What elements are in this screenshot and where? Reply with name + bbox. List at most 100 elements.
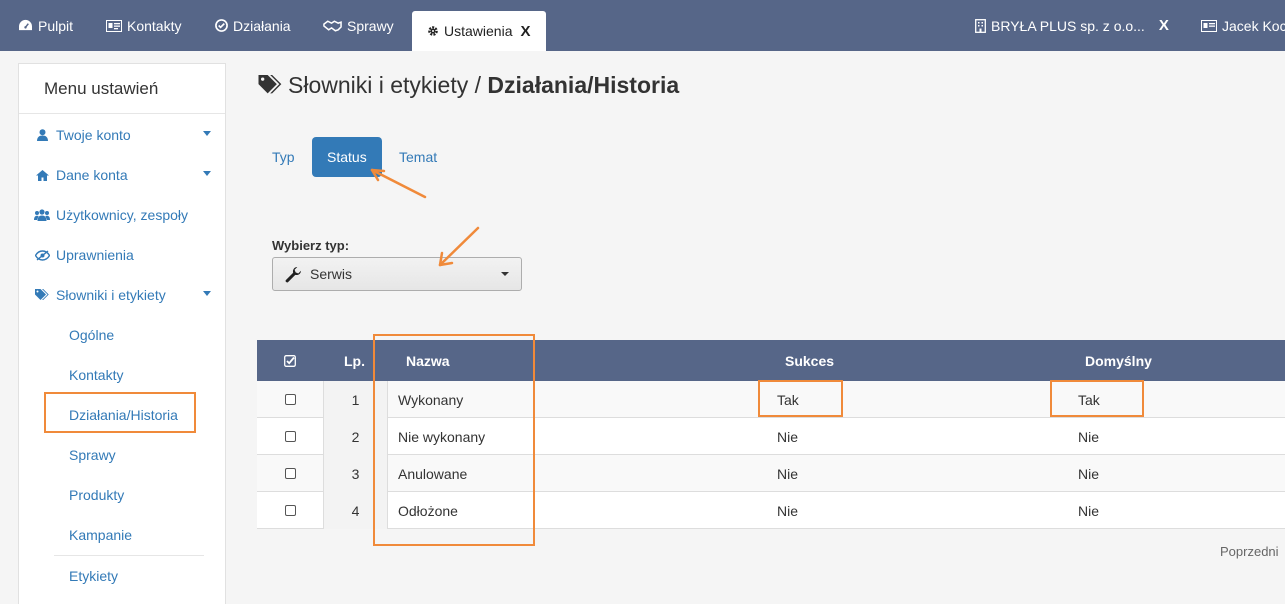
wrench-icon (285, 266, 302, 283)
sidebar-item-dane-konta[interactable]: Dane konta (19, 155, 225, 195)
contact-card-icon (106, 19, 122, 32)
tags-icon (32, 289, 52, 301)
checkbox-icon (285, 505, 296, 516)
gear-icon (427, 25, 439, 37)
chevron-down-icon (203, 123, 211, 139)
row-lp: 3 (323, 455, 388, 492)
nav-tab-ustawienia[interactable]: Ustawienia X (412, 11, 546, 51)
close-company-button[interactable]: X (1159, 17, 1169, 34)
user-card-icon (1201, 19, 1217, 32)
chevron-down-icon (203, 283, 211, 299)
dashboard-icon (18, 19, 33, 32)
row-default: Nie (1078, 502, 1100, 519)
sidebar-title: Menu ustawień (19, 64, 225, 114)
sidebar-subitem-kampanie[interactable]: Kampanie (69, 515, 132, 555)
user-name: Jacek Koc (1222, 17, 1285, 34)
row-default: Tak (1078, 391, 1100, 408)
status-table: Lp. Nazwa Sukces Domyślny 1 Wykonany Tak… (257, 340, 1285, 529)
pagination-previous[interactable]: Poprzedni (1220, 544, 1279, 559)
row-lp: 4 (323, 492, 388, 529)
row-checkbox[interactable] (285, 418, 296, 455)
checkbox-icon (285, 394, 296, 405)
close-tab-button[interactable]: X (520, 23, 530, 40)
check-circle-icon (215, 19, 228, 32)
sidebar-item-label: Użytkownicy, zespoły (56, 207, 189, 223)
nav-tab-label: Kontakty (127, 17, 182, 34)
column-header-sukces[interactable]: Sukces (785, 340, 834, 381)
row-name: Nie wykonany (398, 428, 486, 445)
row-name: Wykonany (398, 391, 464, 408)
sidebar-subitem-etykiety[interactable]: Etykiety (69, 556, 118, 596)
sidebar-item-label: Słowniki i etykiety (56, 287, 166, 303)
table-row[interactable]: 2 Nie wykonany Nie Nie (257, 418, 1285, 455)
chevron-down-icon (203, 163, 211, 179)
user-icon (32, 129, 52, 141)
nav-tab-label: Działania (233, 17, 291, 34)
tags-icon (258, 75, 284, 95)
sidebar-item-uprawnienia[interactable]: Uprawnienia (19, 235, 225, 275)
table-row[interactable]: 4 Odłożone Nie Nie (257, 492, 1285, 529)
sidebar-item-twoje-konto[interactable]: Twoje konto (19, 115, 225, 155)
row-lp: 2 (323, 418, 388, 455)
type-select[interactable]: Serwis (272, 257, 522, 291)
table-row[interactable]: 3 Anulowane Nie Nie (257, 455, 1285, 492)
column-header-lp[interactable]: Lp. (344, 340, 365, 381)
sidebar-subitem-kontakty[interactable]: Kontakty (69, 355, 123, 395)
sidebar-item-label: Twoje konto (56, 127, 131, 143)
nav-tab-dzialania[interactable]: Działania (215, 0, 291, 51)
sidebar-subitem-produkty[interactable]: Produkty (69, 475, 124, 515)
row-checkbox[interactable] (285, 381, 296, 418)
column-header-domyslny[interactable]: Domyślny (1085, 340, 1152, 381)
sidebar-subitem-ogolne[interactable]: Ogólne (69, 315, 114, 355)
handshake-icon (323, 19, 342, 32)
type-select-value: Serwis (310, 266, 353, 282)
row-success: Nie (777, 465, 799, 482)
nav-tab-label: Ustawienia (444, 23, 513, 39)
nav-tab-sprawy[interactable]: Sprawy (323, 0, 394, 51)
tab-temat[interactable]: Temat (399, 137, 437, 177)
nav-tab-kontakty[interactable]: Kontakty (106, 0, 181, 51)
row-default: Nie (1078, 465, 1100, 482)
row-success: Tak (777, 391, 799, 408)
sidebar-item-uzytkownicy[interactable]: Użytkownicy, zespoły (19, 195, 225, 235)
select-all-checkbox[interactable] (284, 340, 296, 381)
row-lp: 1 (323, 381, 388, 418)
row-success: Nie (777, 502, 799, 519)
tab-status[interactable]: Status (312, 137, 382, 177)
table-header: Lp. Nazwa Sukces Domyślny (257, 340, 1285, 381)
sidebar-subitem-sprawy[interactable]: Sprawy (69, 435, 116, 475)
sidebar-item-label: Uprawnienia (56, 247, 134, 263)
tab-typ[interactable]: Typ (272, 137, 295, 177)
nav-tab-pulpit[interactable]: Pulpit (18, 0, 73, 51)
sidebar-subitem-dzialania-historia[interactable]: Działania/Historia (69, 395, 178, 435)
checkbox-icon (285, 468, 296, 479)
user-menu[interactable]: Jacek Koc (1201, 0, 1285, 51)
row-checkbox[interactable] (285, 492, 296, 529)
settings-sidebar: Menu ustawień Twoje konto Dane konta Uży… (18, 63, 226, 604)
row-name: Anulowane (398, 465, 468, 482)
nav-tab-label: Pulpit (38, 17, 74, 34)
page-title: Słowniki i etykiety / Działania/Historia (258, 70, 679, 100)
row-name: Odłożone (398, 502, 458, 519)
row-checkbox[interactable] (285, 455, 296, 492)
table-row[interactable]: 1 Wykonany Tak Tak (257, 381, 1285, 418)
building-icon (975, 18, 986, 33)
caret-down-icon (501, 272, 509, 276)
top-navbar: Pulpit Kontakty Działania Sprawy Ustawie… (0, 0, 1285, 51)
row-default: Nie (1078, 428, 1100, 445)
filter-label: Wybierz typ: (272, 238, 350, 253)
sidebar-item-label: Dane konta (56, 167, 128, 183)
home-icon (32, 169, 52, 181)
company-name: BRYŁA PLUS sp. z o.o... (991, 17, 1145, 34)
row-success: Nie (777, 428, 799, 445)
nav-tab-label: Sprawy (347, 17, 394, 34)
page-title-prefix: Słowniki i etykiety / (288, 71, 488, 98)
company-switcher[interactable]: BRYŁA PLUS sp. z o.o... X (975, 0, 1169, 51)
checkbox-icon (285, 431, 296, 442)
check-square-icon (284, 354, 296, 367)
column-header-nazwa[interactable]: Nazwa (406, 340, 450, 381)
page-title-bold: Działania/Historia (487, 71, 680, 98)
sidebar-item-slowniki[interactable]: Słowniki i etykiety (19, 275, 225, 315)
users-icon (32, 209, 52, 221)
eye-slash-icon (32, 249, 52, 261)
